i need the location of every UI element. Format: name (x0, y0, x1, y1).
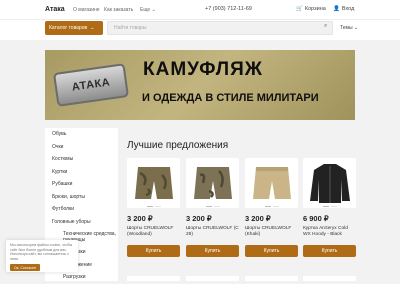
sidebar-item-shirts[interactable]: Рубашки (45, 178, 118, 191)
brand-logo[interactable]: Атака (45, 6, 65, 13)
product-card[interactable]: 3 200 ₽ Шорты CRUELWOLF (Khaki) Купить (245, 158, 298, 257)
shorts-icon (193, 167, 232, 199)
nav-about[interactable]: О магазине (73, 7, 100, 13)
product-price: 6 900 ₽ (303, 214, 329, 223)
product-image[interactable] (245, 158, 298, 208)
cart-icon: 🛒 (296, 6, 303, 12)
image-dots (303, 206, 356, 207)
cookie-accept-button[interactable]: Ок, Согласен (10, 264, 40, 271)
promo-banner[interactable]: АТАКА КАМУФЛЯЖ И ОДЕЖДА В СТИЛЕ МИЛИТАРИ (45, 50, 355, 120)
product-image[interactable] (127, 158, 180, 208)
search-input[interactable]: Найти товары (107, 21, 333, 35)
chevron-down-icon: ⌄ (90, 25, 95, 31)
buy-button[interactable]: Купить (186, 245, 239, 257)
sidebar-item-pants[interactable]: Брюки, шорты (45, 191, 118, 204)
next-row-card[interactable] (303, 276, 356, 281)
product-price: 3 200 ₽ (127, 214, 153, 223)
product-card[interactable]: 3 200 ₽ Шорты CRUELWOLF (C 29) Купить (186, 158, 239, 257)
shorts-icon (134, 167, 173, 199)
sidebar-item-suits[interactable]: Костюмы (45, 153, 118, 166)
catalog-label: Каталог товаров (49, 25, 88, 31)
buy-button[interactable]: Купить (127, 245, 180, 257)
next-row-card[interactable] (127, 276, 180, 281)
next-row-card[interactable] (186, 276, 239, 281)
product-name[interactable]: Куртка Arcteryx Cold WX Hoody - Black (303, 226, 356, 238)
buy-button[interactable]: Купить (245, 245, 298, 257)
image-dots (245, 206, 298, 207)
chevron-down-icon: ⌄ (151, 7, 156, 13)
sidebar-item-vests[interactable]: Разгрузки (45, 271, 118, 284)
catalog-button[interactable]: Каталог товаров ⌄ (45, 21, 103, 35)
product-price: 3 200 ₽ (186, 214, 212, 223)
themes-dropdown[interactable]: Темы ⌄ (340, 25, 358, 31)
product-name[interactable]: Шорты CRUELWOLF (Woodland) (127, 226, 180, 238)
product-card[interactable]: 3 200 ₽ Шорты CRUELWOLF (Woodland) Купит… (127, 158, 180, 257)
section-title: Лучшие предложения (127, 140, 229, 151)
cookie-text: Мы используем файлы cookie, чтобы сайт б… (10, 243, 73, 261)
top-bar: Атака О магазине Как заказать Еще ⌄ +7 (… (0, 0, 400, 20)
search-icon[interactable]: ⌕ (324, 23, 396, 30)
themes-label: Темы (340, 25, 353, 31)
cart-label: Корзина (304, 6, 326, 12)
banner-title: КАМУФЛЯЖ (143, 59, 263, 80)
nav-how-to-order[interactable]: Как заказать (104, 7, 133, 13)
sidebar-item-tshirts[interactable]: Футболки (45, 203, 118, 216)
user-icon: 👤 (333, 6, 340, 12)
image-dots (127, 206, 180, 207)
image-dots (186, 206, 239, 207)
shorts-icon (252, 167, 291, 199)
nav-more-label: Еще (140, 7, 151, 13)
sidebar-item-jackets[interactable]: Куртки (45, 166, 118, 179)
product-image[interactable] (303, 158, 356, 208)
cart-button[interactable]: 🛒 Корзина (296, 6, 326, 12)
phone-number[interactable]: +7 (903) 712-11-69 (205, 6, 252, 12)
next-row-card[interactable] (245, 276, 298, 281)
sidebar-item-glasses[interactable]: Очки (45, 141, 118, 154)
product-name[interactable]: Шорты CRUELWOLF (C 29) (186, 226, 239, 238)
product-card[interactable]: 6 900 ₽ Куртка Arcteryx Cold WX Hoody - … (303, 158, 356, 257)
jacket-icon (309, 164, 350, 203)
sidebar-item-headwear[interactable]: Головные уборы (45, 216, 118, 229)
buy-button[interactable]: Купить (303, 245, 356, 257)
product-image[interactable] (186, 158, 239, 208)
nav-more[interactable]: Еще ⌄ (140, 7, 156, 13)
product-price: 3 200 ₽ (245, 214, 271, 223)
product-name[interactable]: Шорты CRUELWOLF (Khaki) (245, 226, 298, 238)
banner-subtitle: И ОДЕЖДА В СТИЛЕ МИЛИТАРИ (142, 92, 319, 104)
login-label: Вход (341, 6, 355, 12)
chevron-down-icon: ⌄ (353, 25, 359, 31)
login-button[interactable]: 👤 Вход (333, 6, 354, 12)
sidebar-item-shoes[interactable]: Обувь (45, 128, 118, 141)
cookie-notice: Мы используем файлы cookie, чтобы сайт б… (6, 240, 78, 272)
